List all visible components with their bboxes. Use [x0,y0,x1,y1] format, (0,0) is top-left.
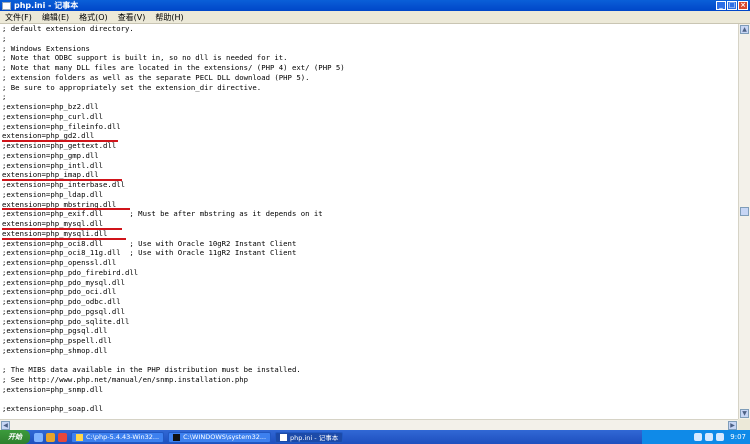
scroll-thumb[interactable] [740,207,749,216]
window-title: php.ini - 记事本 [14,1,79,10]
start-button[interactable]: 开始 [0,430,30,444]
task-label: C:\WINDOWS\system32... [183,433,267,441]
cmd-icon [173,433,181,441]
text-line: ;extension=php_curl.dll [2,111,104,121]
text-line: ;extension=php_oci8_11g.dll ; Use with O… [2,248,297,258]
scroll-right-arrow-icon[interactable]: ▶ [728,421,737,430]
menu-view[interactable]: 查看(V) [113,12,151,23]
menu-bar: 文件(F) 编辑(E) 格式(O) 查看(V) 帮助(H) [0,11,750,24]
text-line: ;extension=php_pdo_pgsql.dll [2,306,126,316]
text-line: ; The MIBS data available in the PHP dis… [2,365,301,375]
menu-help[interactable]: 帮助(H) [150,12,188,23]
text-line: ; default extension directory. [2,24,134,33]
task-cmd[interactable]: C:\WINDOWS\system32... [168,431,272,443]
scroll-left-arrow-icon[interactable]: ◀ [1,421,10,430]
task-label: php.ini - 记事本 [290,434,339,442]
resize-grip[interactable] [738,419,750,430]
text-line-underlined: extension=php_mysql.dll [2,219,738,230]
text-line: ;extension=php_oci8.dll ; Use with Oracl… [2,238,297,248]
text-line: ;extension=php_fileinfo.dll [2,121,121,131]
text-line: ;extension=php_pdo_oci.dll [2,287,117,297]
text-line: ;extension=php_pspell.dll [2,336,112,345]
text-line: ;extension=php_ldap.dll [2,189,104,199]
menu-format[interactable]: 格式(O) [74,12,113,23]
menu-file[interactable]: 文件(F) [0,12,37,23]
text-line [2,395,738,405]
text-line: ; Note that many DLL files are located i… [2,63,345,72]
task-php-folder[interactable]: C:\php-5.4.43-Win32... [71,431,165,443]
explorer-icon[interactable] [46,432,55,442]
browser-icon[interactable] [58,432,67,442]
volume-icon[interactable] [705,433,714,441]
horizontal-scrollbar[interactable]: ◀ ▶ [0,419,738,430]
text-line-underlined: extension=php_gd2.dll [2,131,738,142]
text-line: ; See http://www.php.net/manual/en/snmp.… [2,375,249,384]
text-line: ; Be sure to appropriately set the exten… [2,82,262,92]
text-line: ;extension=php_soap.dll [2,404,104,414]
text-line: ;extension=php_openssl.dll [2,258,117,267]
text-line-underlined: extension=php_imap.dll [2,170,738,181]
text-line [2,356,738,366]
text-line: ;extension=php_pgsql.dll [2,326,108,336]
network-icon[interactable] [694,433,703,441]
menu-edit[interactable]: 编辑(E) [37,12,74,23]
task-label: C:\php-5.4.43-Win32... [86,433,160,441]
text-line: ;extension=php_bz2.dll [2,102,99,111]
system-tray: 9:07 [642,430,750,444]
text-line: ;extension=php_interbase.dll [2,180,126,189]
desktop-icon[interactable] [34,432,43,442]
text-line: ;extension=php_pdo_odbc.dll [2,297,121,306]
title-bar[interactable]: php.ini - 记事本 _ □ × [0,0,750,11]
scroll-up-arrow-icon[interactable]: ▲ [740,25,749,34]
quick-launch [34,432,67,442]
text-line: ;extension=php_pdo_mysql.dll [2,277,126,287]
text-line: ; [2,33,7,43]
text-line: ;extension=php_pdo_sqlite.dll [2,316,130,326]
notepad-icon [2,1,11,10]
folder-icon [76,433,83,441]
minimize-button[interactable]: _ [716,1,726,10]
maximize-button[interactable]: □ [727,1,737,10]
text-editor[interactable]: ; default extension directory. ; ; Windo… [2,24,738,430]
text-line: ;extension=php_shmop.dll [2,345,108,355]
text-line: ; [2,92,7,102]
text-line-underlined: extension=php_mbstring.dll [2,200,738,210]
text-line: ;extension=php_pdo_firebird.dll [2,267,139,277]
taskbar: 开始 C:\php-5.4.43-Win32... C:\WINDOWS\sys… [0,430,750,444]
text-line: ;extension=php_intl.dll [2,160,104,170]
text-line: ;extension=php_snmp.dll [2,384,104,394]
text-line-underlined: extension=php_mysqli.dll [2,229,738,240]
security-icon[interactable] [716,433,725,441]
scroll-down-arrow-icon[interactable]: ▼ [740,409,749,418]
text-line: ; Windows Extensions [2,43,90,53]
vertical-scrollbar[interactable]: ▲ ▼ [738,24,750,419]
text-line: ; extension folders as well as the separ… [2,72,310,82]
text-line: ;extension=php_gmp.dll [2,150,99,160]
task-notepad[interactable]: php.ini - 记事本 [275,431,344,443]
text-line: ;extension=php_exif.dll ; Must be after … [2,209,323,219]
notepad-icon [280,433,288,441]
text-line: ; Note that ODBC support is built in, so… [2,53,288,63]
clock[interactable]: 9:07 [730,433,746,441]
text-line: ;extension=php_gettext.dll [2,141,117,150]
close-button[interactable]: × [738,1,748,10]
